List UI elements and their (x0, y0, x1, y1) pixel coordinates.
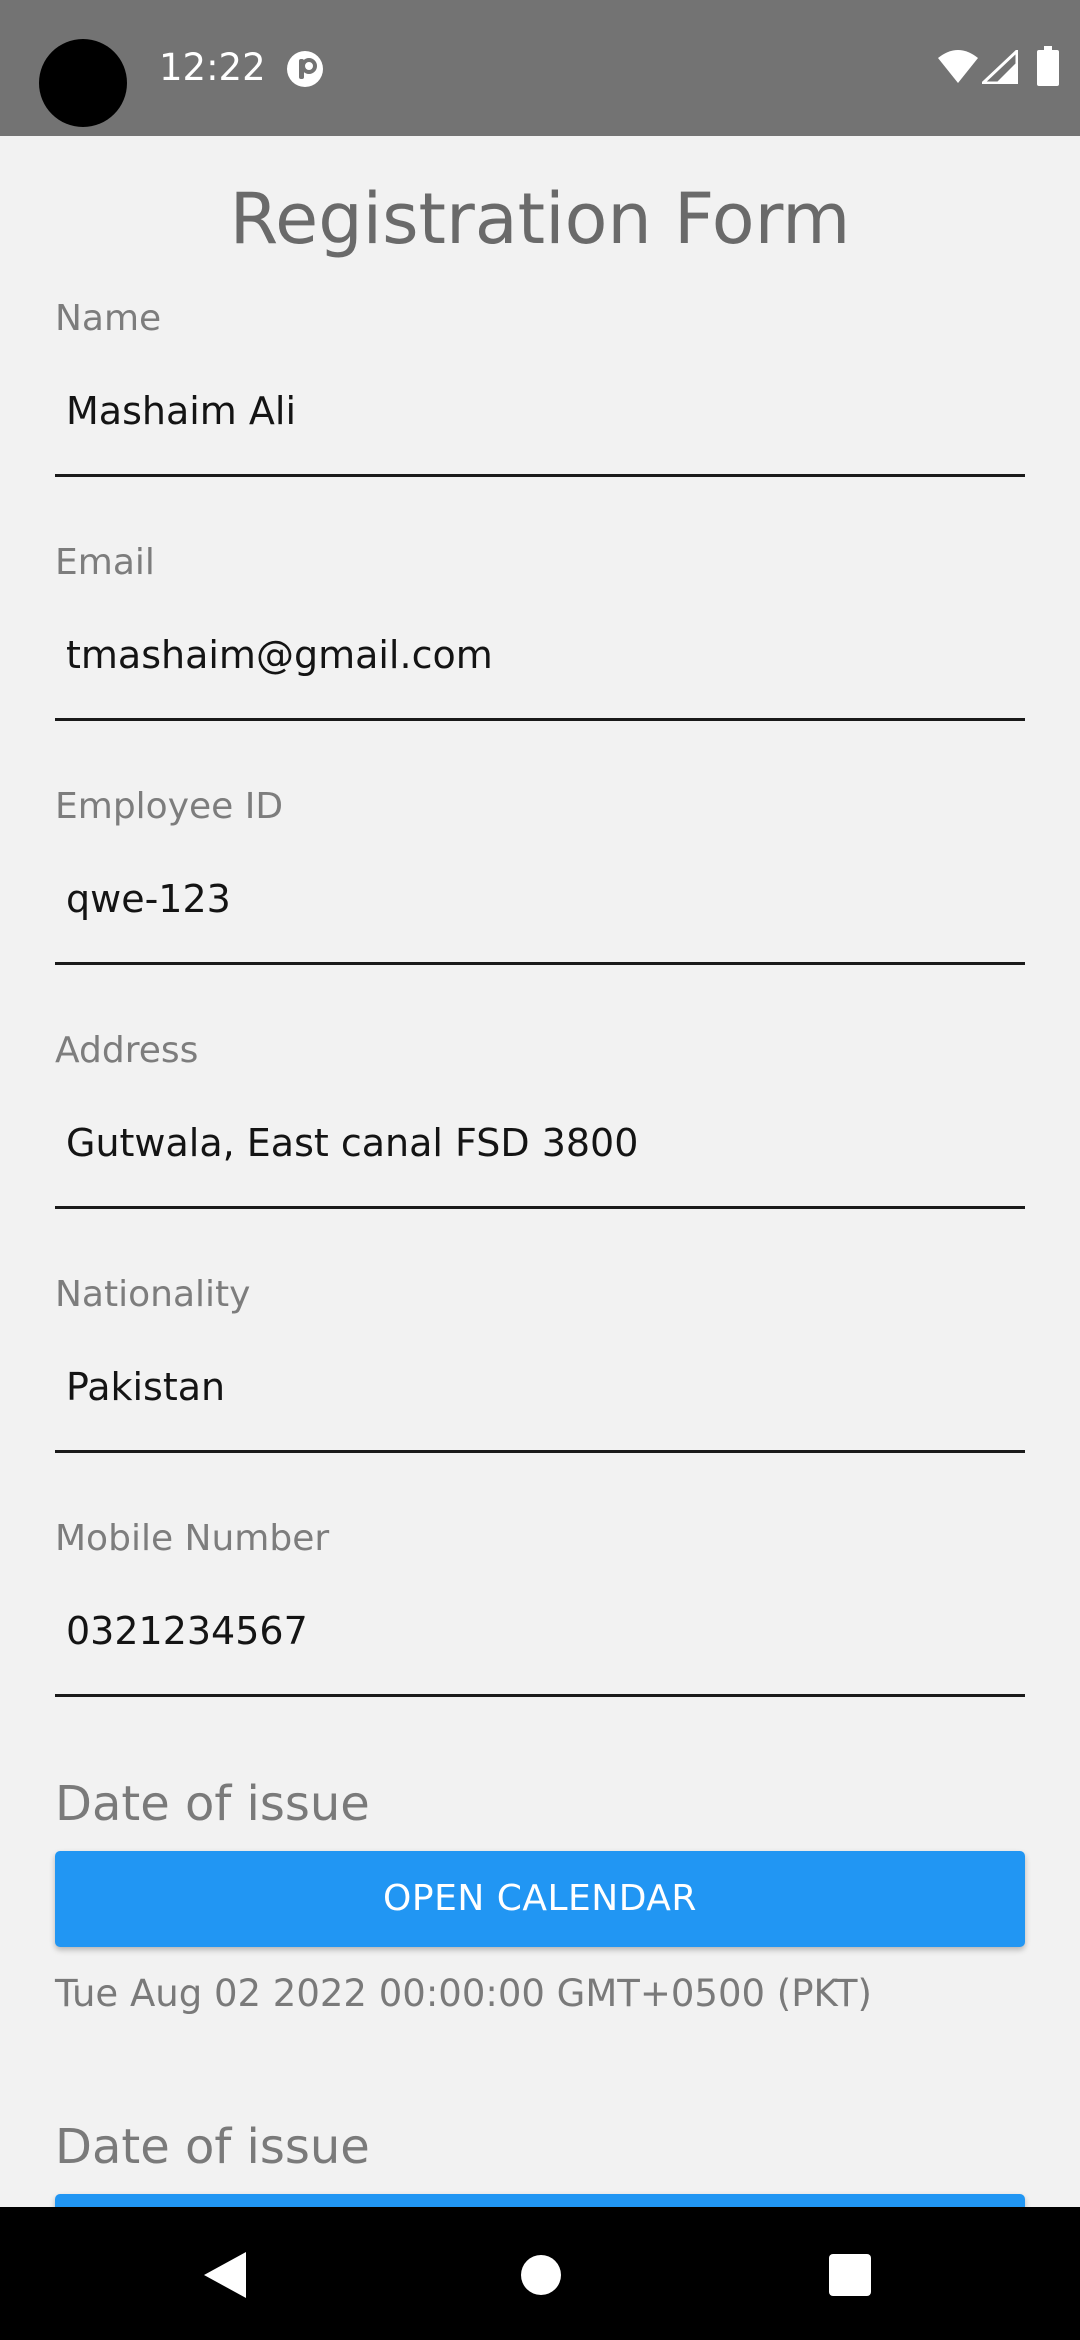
date-of-issue-heading: Date of issue (55, 1776, 370, 1832)
name-label: Name (55, 298, 162, 339)
mobile-number-input[interactable]: 0321234567 (66, 1606, 308, 1656)
field-underline (55, 474, 1025, 477)
name-field[interactable]: Name Mashaim Ali (55, 295, 1025, 495)
mobile-number-label: Mobile Number (55, 1518, 330, 1559)
nationality-field[interactable]: Nationality Pakistan (55, 1271, 1025, 1471)
navigation-bar (0, 2207, 1080, 2340)
email-input[interactable]: tmashaim@gmail.com (66, 630, 493, 680)
email-label: Email (55, 542, 155, 583)
field-underline (55, 962, 1025, 965)
address-field[interactable]: Address Gutwala, East canal FSD 3800 (55, 1027, 1025, 1227)
home-icon[interactable] (521, 2255, 561, 2295)
address-label: Address (55, 1030, 199, 1071)
app-notification-icon (287, 51, 323, 87)
form-screen: Registration Form Name Mashaim Ali Email… (0, 136, 1080, 2207)
name-input[interactable]: Mashaim Ali (66, 386, 296, 436)
recents-icon[interactable] (829, 2254, 871, 2296)
employee-id-label: Employee ID (55, 786, 284, 827)
camera-cutout-icon (39, 39, 127, 127)
employee-id-input[interactable]: qwe-123 (66, 874, 231, 924)
open-calendar-button-second[interactable] (55, 2194, 1025, 2207)
nationality-input[interactable]: Pakistan (66, 1362, 225, 1412)
field-underline (55, 718, 1025, 721)
status-bar: 12:22 (0, 0, 1080, 136)
open-calendar-button[interactable]: OPEN CALENDAR (55, 1851, 1025, 1947)
employee-id-field[interactable]: Employee ID qwe-123 (55, 783, 1025, 983)
email-field[interactable]: Email tmashaim@gmail.com (55, 539, 1025, 739)
date-of-issue-heading-second: Date of issue (55, 2119, 370, 2175)
field-underline (55, 1206, 1025, 1209)
back-icon[interactable] (204, 2252, 246, 2298)
field-underline (55, 1450, 1025, 1453)
status-time: 12:22 (159, 46, 266, 89)
mobile-number-field[interactable]: Mobile Number 0321234567 (55, 1515, 1025, 1715)
battery-icon (1037, 46, 1059, 86)
page-title: Registration Form (229, 178, 851, 260)
selected-date-text: Tue Aug 02 2022 00:00:00 GMT+0500 (PKT) (55, 1972, 872, 2015)
address-input[interactable]: Gutwala, East canal FSD 3800 (66, 1118, 638, 1168)
signal-icon (982, 50, 1018, 84)
field-underline (55, 1694, 1025, 1697)
nationality-label: Nationality (55, 1274, 251, 1315)
wifi-icon (938, 50, 978, 83)
